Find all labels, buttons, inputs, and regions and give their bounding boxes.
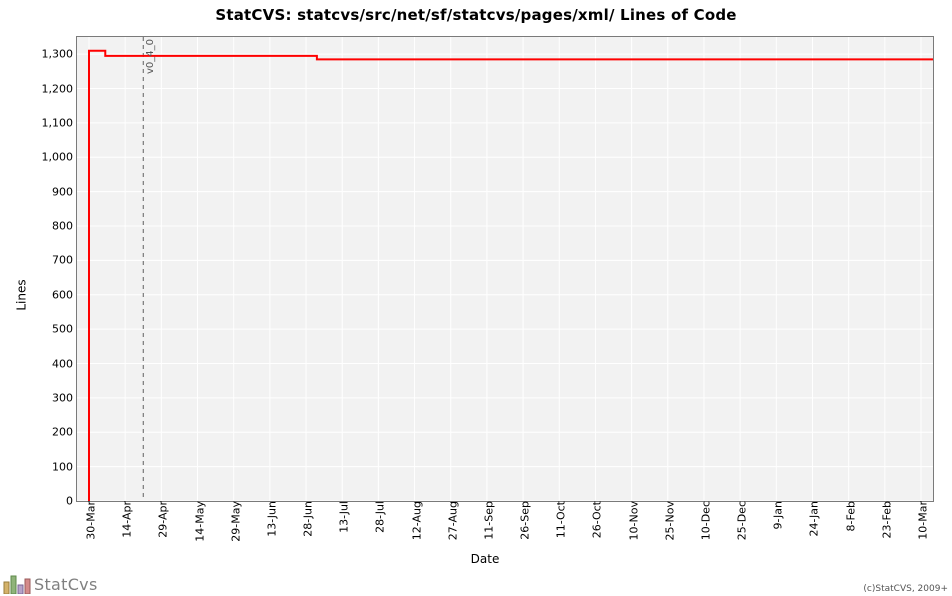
x-tick-label: 13-Jul (334, 501, 351, 533)
chart-title: StatCVS: statcvs/src/net/sf/statcvs/page… (0, 0, 952, 24)
y-tick-label: 1,100 (42, 116, 78, 129)
x-tick-label: 27-Aug (442, 501, 459, 540)
x-tick-label: 11-Sep (478, 501, 495, 540)
x-tick-label: 26-Sep (515, 501, 532, 540)
credit-text: (c)StatCVS, 2009+ (863, 584, 948, 594)
plot-area: 01002003004005006007008009001,0001,1001,… (76, 36, 934, 502)
y-tick-label: 800 (52, 220, 77, 233)
y-tick-label: 500 (52, 323, 77, 336)
y-tick-label: 300 (52, 391, 77, 404)
y-tick-label: 100 (52, 460, 77, 473)
x-tick-label: 29-May (225, 501, 242, 542)
x-tick-label: 24-Jan (804, 501, 821, 537)
bar-chart-icon (2, 572, 32, 594)
x-tick-label: 13-Jun (261, 501, 278, 537)
x-tick-label: 14-Apr (117, 501, 134, 538)
x-tick-label: 30-Mar (81, 501, 98, 540)
y-tick-label: 0 (66, 495, 77, 508)
y-tick-label: 400 (52, 357, 77, 370)
y-axis-label: Lines (15, 279, 29, 310)
y-tick-label: 600 (52, 288, 77, 301)
x-tick-label: 28-Jun (298, 501, 315, 537)
x-tick-label: 25-Nov (659, 501, 676, 540)
x-tick-label: 10-Mar (913, 501, 930, 540)
chart-svg (77, 37, 933, 501)
statcvs-logo: StatCvs (2, 572, 98, 594)
vline-label: v0_4_0 (145, 39, 156, 74)
x-tick-label: 25-Dec (732, 501, 749, 540)
y-tick-label: 1,200 (42, 82, 78, 95)
y-tick-label: 700 (52, 254, 77, 267)
x-tick-label: 29-Apr (153, 501, 170, 538)
x-tick-label: 12-Aug (406, 501, 423, 540)
x-tick-label: 9-Jan (768, 501, 785, 530)
x-axis-label: Date (26, 552, 944, 566)
chart-container: Lines 01002003004005006007008009001,0001… (26, 28, 944, 562)
y-tick-label: 900 (52, 185, 77, 198)
x-tick-label: 10-Nov (623, 501, 640, 540)
x-tick-label: 11-Oct (551, 501, 568, 538)
logo-text: StatCvs (34, 575, 98, 594)
y-tick-label: 1,300 (42, 48, 78, 61)
x-tick-label: 28-Jul (370, 501, 387, 533)
x-tick-label: 10-Dec (695, 501, 712, 540)
x-tick-label: 8-Feb (840, 501, 857, 531)
y-tick-label: 1,000 (42, 151, 78, 164)
y-tick-label: 200 (52, 426, 77, 439)
x-tick-label: 23-Feb (876, 501, 893, 538)
x-tick-label: 14-May (189, 501, 206, 542)
x-tick-label: 26-Oct (587, 501, 604, 538)
